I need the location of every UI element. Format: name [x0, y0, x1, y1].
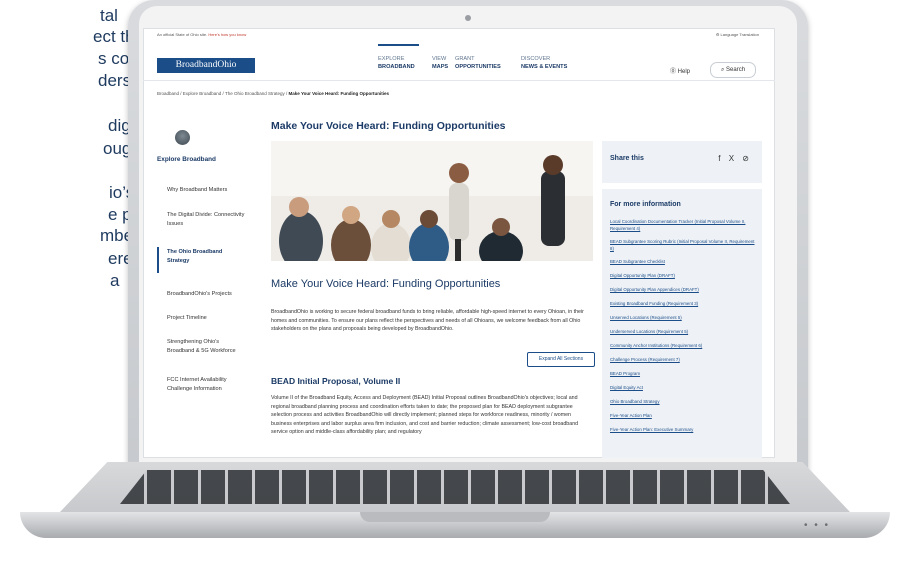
- intro-paragraph: BroadbandOhio is working to secure feder…: [271, 309, 584, 332]
- breadcrumb-path[interactable]: Broadband / Explore Broadband / The Ohio…: [157, 91, 287, 96]
- more-info-panel: For more information Local Coordination …: [602, 189, 762, 458]
- info-link[interactable]: Five-Year Action Plan: Executive Summary: [610, 427, 758, 434]
- share-icons[interactable]: f X ⊘: [718, 154, 752, 163]
- sidebar-item-fcc-challenge[interactable]: FCC Internet Availability Challenge Info…: [167, 376, 245, 394]
- info-link[interactable]: Existing Broadband Funding (Requirement …: [610, 301, 758, 308]
- breadcrumb: Broadband / Explore Broadband / The Ohio…: [157, 91, 389, 96]
- info-link[interactable]: BEAD Program: [610, 371, 758, 378]
- active-nav-indicator: [378, 44, 419, 46]
- sidebar-item-ohio-strategy[interactable]: The Ohio Broadband Strategy: [167, 248, 245, 266]
- browser-screen: An official State of Ohio site. Here's h…: [143, 28, 775, 458]
- page-title: Make Your Voice Heard: Funding Opportuni…: [271, 120, 506, 132]
- indicator-lights: • • •: [803, 520, 830, 531]
- info-link[interactable]: Five-Year Action Plan: [610, 413, 758, 420]
- nav-label: NEWS & EVENTS: [521, 63, 568, 70]
- expand-all-button[interactable]: Expand All Sections: [527, 352, 595, 367]
- hero-photo: [271, 141, 593, 261]
- nav-grant-opportunities[interactable]: GRANT OPPORTUNITIES: [455, 56, 501, 71]
- content-heading: Make Your Voice Heard: Funding Opportuni…: [271, 278, 501, 290]
- sidebar-title[interactable]: Explore Broadband: [157, 156, 216, 163]
- sidebar-item-digital-divide[interactable]: The Digital Divide: Connectivity Issues: [167, 211, 245, 229]
- info-link[interactable]: BEAD Subgrantee Checklist: [610, 259, 758, 266]
- language-translation-link[interactable]: ⚙ Language Translation: [716, 32, 759, 37]
- info-link[interactable]: Local Coordination Documentation Tracker…: [610, 219, 758, 232]
- official-banner: An official State of Ohio site. Here's h…: [143, 28, 775, 42]
- info-link[interactable]: Unserved Locations (Requirement 5): [610, 315, 758, 322]
- search-label: Search: [726, 67, 746, 73]
- official-link[interactable]: Here's how you know: [208, 32, 246, 37]
- sidebar-item-workforce[interactable]: Strengthening Ohio's Broadband & 5G Work…: [167, 338, 245, 356]
- info-link[interactable]: Community Anchor Institutions (Requireme…: [610, 343, 758, 350]
- site-header: BroadbandOhio EXPLORE BROADBAND VIEW MAP…: [143, 42, 775, 81]
- nav-label: EXPLORE: [378, 56, 405, 62]
- nav-discover-news[interactable]: DISCOVER NEWS & EVENTS: [521, 56, 567, 71]
- info-link[interactable]: Challenge Process (Requirement 7): [610, 357, 758, 364]
- search-button[interactable]: ⌕ Search: [710, 62, 756, 78]
- bg-line: a: [110, 271, 120, 290]
- section-avatar-image: [175, 130, 190, 145]
- language-label: Language Translation: [720, 32, 759, 37]
- laptop-base: • • •: [20, 462, 890, 558]
- keyboard: [120, 470, 790, 504]
- trackpad: [360, 512, 550, 522]
- bg-line: tal: [100, 6, 118, 25]
- share-panel: Share this f X ⊘: [602, 141, 762, 183]
- sidebar-item-projects[interactable]: BroadbandOhio's Projects: [167, 290, 245, 299]
- help-button[interactable]: ⓪ Help: [670, 66, 690, 75]
- camera-icon: [465, 15, 471, 21]
- sidebar-active-indicator: [157, 247, 159, 273]
- broadbandohio-logo[interactable]: BroadbandOhio: [157, 58, 255, 73]
- info-link[interactable]: BEAD Subgrantee Scoring Rubric (Initial …: [610, 239, 758, 252]
- nav-label: GRANT: [455, 56, 475, 62]
- nav-label: MAPS: [432, 63, 449, 70]
- official-text: An official State of Ohio site.: [157, 32, 208, 37]
- search-icon: ⌕: [720, 67, 725, 73]
- info-link[interactable]: Digital Opportunity Plan (DRAFT): [610, 273, 758, 280]
- share-title: Share this: [610, 155, 644, 162]
- sidebar-item-why-broadband[interactable]: Why Broadband Matters: [167, 186, 245, 195]
- nav-view-maps[interactable]: VIEW MAPS: [432, 56, 448, 71]
- section-paragraph: Volume II of the Broadband Equity, Acces…: [271, 395, 579, 435]
- more-info-title: For more information: [610, 201, 681, 208]
- info-link[interactable]: Underserved Locations (Requirement 5): [610, 329, 758, 336]
- breadcrumb-current: Make Your Voice Heard: Funding Opportuni…: [288, 91, 390, 96]
- nav-label: VIEW: [432, 56, 447, 62]
- meeting-photo-illustration: [271, 141, 593, 261]
- nav-explore-broadband[interactable]: EXPLORE BROADBAND: [378, 56, 415, 71]
- help-label: Help: [677, 69, 691, 75]
- info-link[interactable]: Digital Equity Act: [610, 385, 758, 392]
- info-link[interactable]: Ohio Broadband Strategy: [610, 399, 758, 406]
- section-heading[interactable]: BEAD Initial Proposal, Volume II: [271, 376, 400, 386]
- nav-label: BROADBAND: [378, 63, 415, 70]
- info-link[interactable]: Digital Opportunity Plan Appendices (DRA…: [610, 287, 758, 294]
- nav-label: DISCOVER: [521, 56, 551, 62]
- nav-label: OPPORTUNITIES: [455, 63, 501, 70]
- sidebar-item-project-timeline[interactable]: Project Timeline: [167, 314, 245, 323]
